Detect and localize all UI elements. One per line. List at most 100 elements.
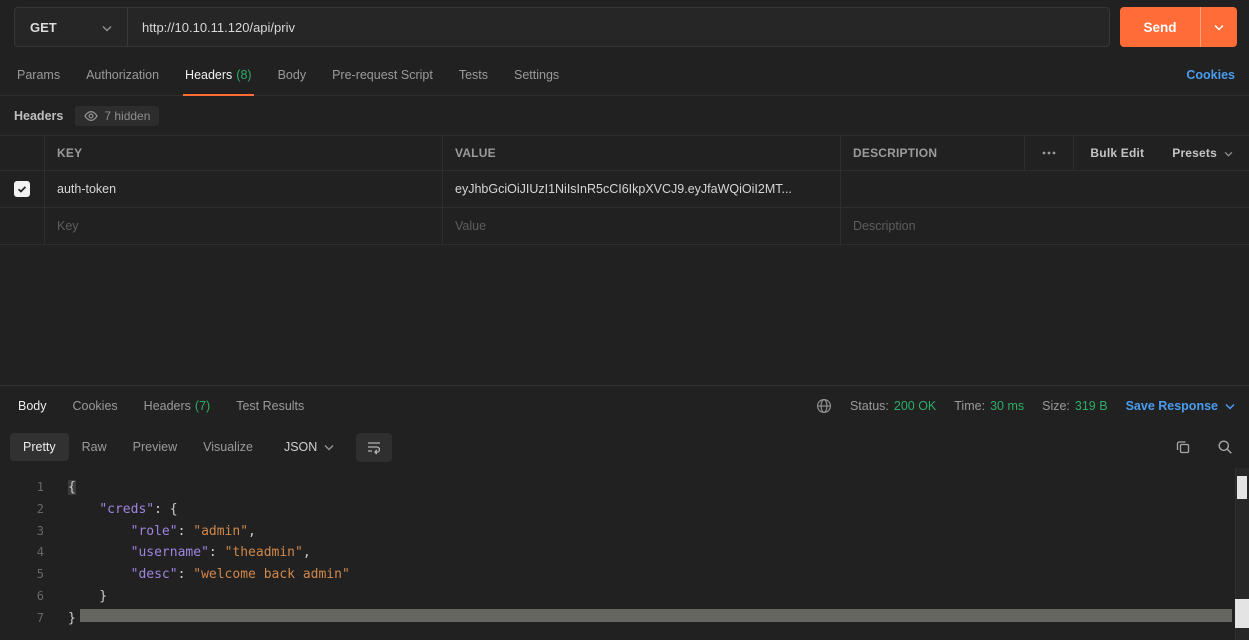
tab-settings[interactable]: Settings [502,55,571,95]
line-number: 3 [0,521,44,542]
row-checkbox[interactable] [14,181,30,197]
url-input[interactable] [128,8,1109,46]
code-line: 6 } [0,586,1249,608]
value-placeholder: Value [455,219,486,233]
line-number: 5 [0,564,44,585]
json-punctuation [68,524,131,539]
row-checkbox-cell [0,208,45,244]
view-visualize-button[interactable]: Visualize [190,433,266,461]
json-punctuation: : [178,567,194,582]
json-punctuation: : [209,545,225,560]
column-header-description: DESCRIPTION Bulk Edit Presets [841,136,1249,170]
chevron-down-icon [1214,24,1224,31]
header-value-cell[interactable]: Value [443,208,841,244]
header-key-value: auth-token [57,182,116,196]
line-number: 7 [0,608,44,629]
presets-button[interactable]: Presets [1160,146,1237,160]
format-select[interactable]: JSON [274,433,344,461]
response-body-actions [1175,439,1233,455]
wrap-text-button[interactable] [356,433,392,462]
response-tab-headers-count: (7) [195,399,210,413]
header-description-cell[interactable]: Description [841,208,1249,244]
json-string: "theadmin" [225,545,303,560]
tab-tests[interactable]: Tests [447,55,500,95]
copy-button[interactable] [1175,439,1191,455]
response-section: Body Cookies Headers (7) Test Results St… [0,385,1249,640]
column-header-value: VALUE [443,136,841,170]
headers-section-title: Headers [14,109,63,123]
network-info-icon[interactable] [816,398,832,414]
header-row-empty: Key Value Description [0,207,1249,244]
response-tab-headers[interactable]: Headers (7) [134,399,221,413]
status-value: 200 OK [894,399,936,413]
send-button[interactable]: Send [1120,7,1200,47]
response-tab-test-results[interactable]: Test Results [226,399,314,413]
description-placeholder: Description [853,219,916,233]
response-tab-body[interactable]: Body [8,399,57,413]
header-value-text: eyJhbGciOiJIUzI1NiIsInR5cCI6IkpXVCJ9.eyJ… [455,182,792,196]
view-preview-button[interactable]: Preview [120,433,190,461]
headers-table-header: KEY VALUE DESCRIPTION Bulk Edit Presets [0,136,1249,170]
json-key: "creds" [99,502,154,517]
request-tabs: Params Authorization Headers (8) Body Pr… [0,55,1249,96]
cookies-link[interactable]: Cookies [1186,68,1235,82]
send-options-button[interactable] [1200,7,1237,47]
code-line: 5 "desc": "welcome back admin" [0,564,1249,586]
json-punctuation [68,545,131,560]
tab-body[interactable]: Body [266,55,319,95]
bulk-edit-button[interactable]: Bulk Edit [1074,136,1160,170]
response-status: Status: 200 OK [850,399,936,413]
row-checkbox-cell [0,171,45,207]
scrollbar-corner[interactable] [1235,599,1249,628]
description-label: DESCRIPTION [853,146,937,160]
header-key-cell[interactable]: Key [45,208,443,244]
ellipsis-icon [1041,145,1057,161]
search-icon [1217,439,1233,455]
key-placeholder: Key [57,219,79,233]
postman-window: GET Send Params Authorization Headers (8… [0,0,1249,640]
chevron-down-icon [1224,146,1233,160]
json-punctuation: } [68,589,107,604]
method-select[interactable]: GET [15,8,128,46]
json-punctuation [68,567,131,582]
chevron-down-icon [324,440,334,454]
chevron-down-icon [102,20,112,35]
response-tabs: Body Cookies Headers (7) Test Results St… [0,386,1249,426]
tab-pre-request-script[interactable]: Pre-request Script [320,55,445,95]
hidden-headers-label: 7 hidden [104,109,150,123]
response-size: Size: 319 B [1042,399,1107,413]
json-punctuation: , [303,545,311,560]
header-description-cell[interactable] [841,171,1249,207]
view-pretty-button[interactable]: Pretty [10,433,69,461]
search-button[interactable] [1217,439,1233,455]
header-value-cell[interactable]: eyJhbGciOiJIUzI1NiIsInR5cCI6IkpXVCJ9.eyJ… [443,171,841,207]
status-label: Status: [850,399,889,413]
chevron-down-icon [1225,399,1235,413]
response-tab-cookies[interactable]: Cookies [63,399,128,413]
response-body-toolbar: Pretty Raw Preview Visualize JSON [0,426,1249,468]
save-response-button[interactable]: Save Response [1126,399,1235,413]
tab-params[interactable]: Params [5,55,72,95]
wrap-text-icon [366,439,382,455]
view-raw-button[interactable]: Raw [69,433,120,461]
json-punctuation: : [178,524,194,539]
more-options-button[interactable] [1025,136,1073,170]
tab-authorization[interactable]: Authorization [74,55,171,95]
json-punctuation: { [68,480,76,495]
response-body-viewer[interactable]: 1{ 2 "creds": { 3 "role": "admin", 4 "us… [0,468,1249,640]
check-icon [16,183,28,195]
json-punctuation: , [248,524,256,539]
response-time: Time: 30 ms [954,399,1024,413]
code-line: 4 "username": "theadmin", [0,542,1249,564]
vertical-scrollbar-thumb[interactable] [1237,476,1247,499]
line-number: 6 [0,586,44,607]
hidden-headers-toggle[interactable]: 7 hidden [75,106,159,126]
empty-area [0,245,1249,385]
vertical-scrollbar-track[interactable] [1235,468,1249,640]
header-key-cell[interactable]: auth-token [45,171,443,207]
horizontal-scrollbar[interactable] [80,609,1232,622]
time-label: Time: [954,399,985,413]
eye-icon [84,109,98,123]
tab-headers[interactable]: Headers (8) [173,55,264,95]
tab-headers-count: (8) [236,68,251,82]
